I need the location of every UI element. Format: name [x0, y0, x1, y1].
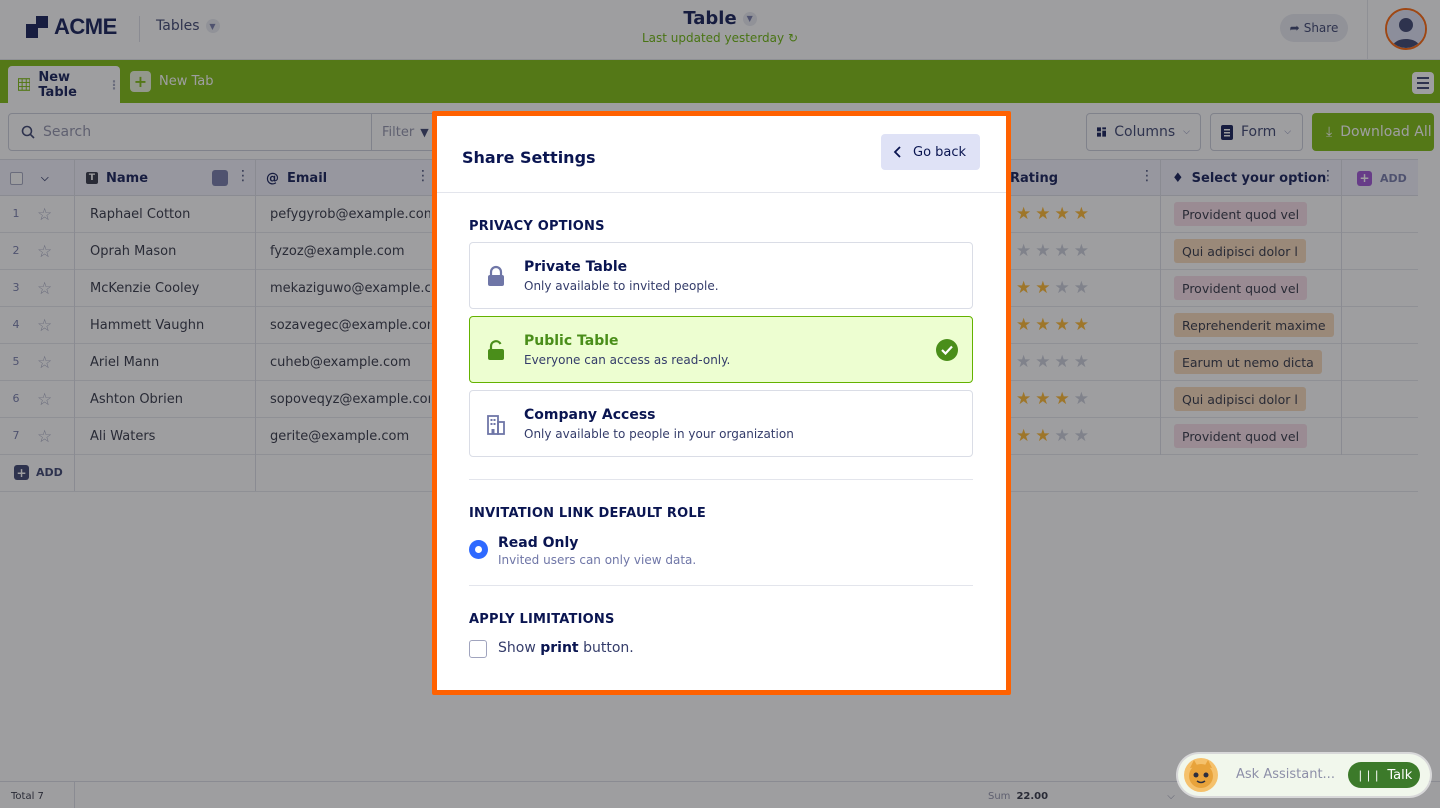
modal-header: Share Settings Go back	[437, 116, 1006, 193]
show-print-checkbox[interactable]	[469, 640, 487, 658]
option-description: Only available to invited people.	[524, 279, 719, 293]
show-print-label[interactable]: Show print button.	[498, 640, 634, 656]
talk-label: Talk	[1387, 767, 1413, 783]
option-title: Private Table	[524, 259, 628, 275]
lock-icon	[488, 265, 504, 286]
option-public-table[interactable]: Public Table Everyone can access as read…	[469, 316, 973, 383]
assistant-avatar-icon	[1184, 758, 1218, 792]
modal-title: Share Settings	[462, 148, 596, 167]
unlock-icon	[488, 340, 504, 360]
voice-bars-icon: ❘❘❘	[1355, 768, 1382, 782]
privacy-options-heading: PRIVACY OPTIONS	[469, 219, 605, 234]
option-title: Company Access	[524, 407, 656, 423]
option-description: Only available to people in your organiz…	[524, 427, 794, 441]
section-divider	[469, 479, 973, 480]
assistant-input[interactable]: Ask Assistant...	[1236, 767, 1335, 782]
option-description: Everyone can access as read-only.	[524, 353, 731, 367]
share-settings-modal: Share Settings Go back PRIVACY OPTIONS P…	[432, 111, 1011, 695]
invitation-role-heading: INVITATION LINK DEFAULT ROLE	[469, 506, 706, 521]
talk-button[interactable]: ❘❘❘ Talk	[1348, 762, 1420, 788]
ai-assistant-widget[interactable]: Ask Assistant... ❘❘❘ Talk	[1178, 754, 1430, 796]
go-back-label: Go back	[913, 144, 967, 160]
section-divider	[469, 585, 973, 586]
read-only-label[interactable]: Read Only	[498, 535, 578, 551]
building-icon	[487, 415, 505, 435]
chevron-left-icon	[893, 146, 901, 158]
apply-limitations-heading: APPLY LIMITATIONS	[469, 612, 615, 627]
read-only-description: Invited users can only view data.	[498, 553, 697, 567]
go-back-button[interactable]: Go back	[881, 134, 980, 170]
check-circle-icon	[936, 339, 958, 361]
read-only-radio[interactable]	[469, 540, 488, 559]
option-private-table[interactable]: Private Table Only available to invited …	[469, 242, 973, 309]
option-title: Public Table	[524, 333, 619, 349]
option-company-access[interactable]: Company Access Only available to people …	[469, 390, 973, 457]
